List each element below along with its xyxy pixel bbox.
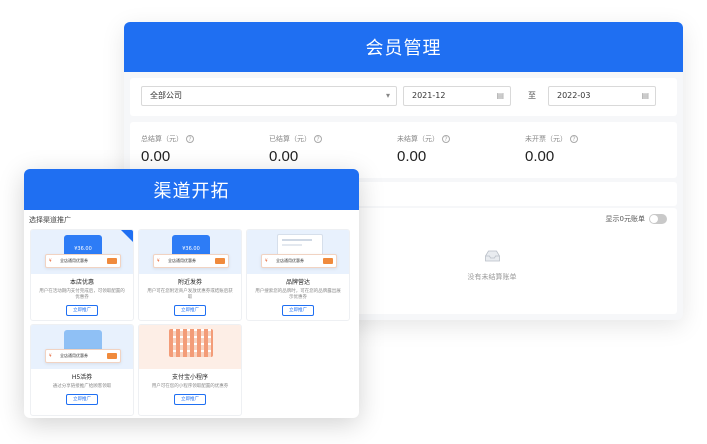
stat-value: 0.00 [397, 148, 427, 165]
coupon-illustration: ¥ 全店通用优惠券 [153, 254, 229, 268]
help-icon[interactable]: ? [442, 135, 450, 143]
coupon-text: 全店通用优惠券 [60, 353, 88, 358]
card-title: 品牌营达 [285, 279, 310, 286]
stat-value: 0.00 [525, 148, 555, 165]
channel-card-h5[interactable]: ¥ 全店通用优惠券 H5活券 通过分享链接推广给顾客领取 立即推广 [30, 324, 134, 416]
coupon-text: 全店通用优惠券 [276, 258, 304, 263]
channel-card-mini-program[interactable]: 支付宝小程序 用户可在您的小程序领取配置的优惠券 立即推广 [138, 324, 242, 416]
help-icon[interactable]: ? [570, 135, 578, 143]
channel-card-store[interactable]: ¥36.00 ¥ 全店通用优惠券 本店优惠 用户在活动期内支付完成后，可领取配置的… [30, 229, 134, 321]
card-title: 附近发券 [177, 279, 202, 286]
coupon-text: 全店通用优惠券 [60, 258, 88, 263]
stat-value: 0.00 [141, 148, 171, 165]
coupon-illustration: ¥ 全店通用优惠券 [45, 349, 121, 363]
promote-button[interactable]: 立即推广 [174, 305, 206, 316]
card-desc: 用户在活动期内支付完成后，可领取配置的优惠券 [39, 289, 125, 300]
stat-total: 总结算（元）? 0.00 [141, 134, 194, 165]
company-select-value: 全部公司 [150, 91, 182, 100]
date-to-picker[interactable]: 2022-03 ▤ [548, 86, 656, 106]
calendar-icon: ▤ [496, 91, 504, 100]
channel-subtitle: 选择渠道推广 [29, 216, 71, 224]
date-from-picker[interactable]: 2021-12 ▤ [403, 86, 511, 106]
card-illustration [139, 325, 241, 369]
company-select[interactable]: 全部公司 ▾ [141, 86, 397, 106]
card-illustration: ¥36.00 ¥ 全店通用优惠券 [139, 230, 241, 274]
card-title: 支付宝小程序 [171, 374, 208, 381]
promote-button[interactable]: 立即推广 [66, 305, 98, 316]
channel-panel-title: 渠道开拓 [24, 169, 359, 210]
channel-card-nearby[interactable]: ¥36.00 ¥ 全店通用优惠券 附近发券 用户可在您附近商户发放优惠券或结账后获… [138, 229, 242, 321]
promote-button[interactable]: 立即推广 [282, 305, 314, 316]
card-desc: 用户可在您的小程序领取配置的优惠券 [151, 384, 229, 389]
empty-state: 没有未结算账单 [468, 250, 517, 282]
card-desc: 用户可在您附近商户发放优惠券或结账后获取 [147, 289, 233, 300]
stat-label: 未开票（元） [525, 135, 567, 143]
card-desc: 通过分享链接推广给顾客领取 [52, 384, 112, 389]
help-icon[interactable]: ? [186, 135, 194, 143]
zero-bill-toggle-row: 显示0元账单 [606, 214, 667, 224]
coupon-illustration: ¥ 全店通用优惠券 [261, 254, 337, 268]
zero-bill-toggle[interactable] [649, 214, 667, 224]
date-range-separator: 至 [528, 91, 536, 100]
card-title: H5活券 [71, 374, 93, 381]
card-illustration: ¥ 全店通用优惠券 [31, 325, 133, 369]
coupon-amount: ¥36.00 [74, 246, 92, 252]
coupon-text: 全店通用优惠券 [168, 258, 196, 263]
stat-unsettled: 未结算（元）? 0.00 [397, 134, 450, 165]
date-to-value: 2022-03 [557, 91, 591, 100]
promote-button[interactable]: 立即推广 [174, 394, 206, 405]
calendar-icon: ▤ [641, 91, 649, 100]
stat-settled: 已结算（元）? 0.00 [269, 134, 322, 165]
card-title: 本店优惠 [69, 279, 94, 286]
zero-bill-toggle-label: 显示0元账单 [605, 215, 645, 223]
promote-button[interactable]: 立即推广 [66, 394, 98, 405]
stat-uninvoiced: 未开票（元）? 0.00 [525, 134, 578, 165]
mini-program-illustration [169, 329, 213, 357]
help-icon[interactable]: ? [314, 135, 322, 143]
chevron-down-icon: ▾ [385, 91, 390, 100]
card-desc: 用户搜索您的品牌时，可在您的品牌露出展示优惠券 [255, 289, 341, 300]
channel-expansion-panel: 渠道开拓 选择渠道推广 ¥36.00 ¥ 全店通用优惠券 本店优惠 用户在活动期内… [24, 169, 359, 418]
channel-card-brand[interactable]: ¥ 全店通用优惠券 品牌营达 用户搜索您的品牌时，可在您的品牌露出展示优惠券 立即… [246, 229, 350, 321]
selected-corner-badge [121, 230, 133, 242]
empty-state-text: 没有未结算账单 [467, 273, 517, 281]
stat-label: 总结算（元） [141, 135, 183, 143]
coupon-illustration: ¥ 全店通用优惠券 [45, 254, 121, 268]
card-illustration: ¥36.00 ¥ 全店通用优惠券 [31, 230, 133, 274]
stat-value: 0.00 [269, 148, 299, 165]
filter-bar: 全部公司 ▾ 2021-12 ▤ 至 2022-03 ▤ [130, 78, 677, 116]
stat-label: 未结算（元） [397, 135, 439, 143]
card-illustration: ¥ 全店通用优惠券 [247, 230, 349, 274]
stat-label: 已结算（元） [269, 135, 311, 143]
date-from-value: 2021-12 [412, 91, 446, 100]
coupon-amount: ¥36.00 [182, 246, 200, 252]
inbox-icon [484, 250, 500, 262]
member-panel-title: 会员管理 [124, 22, 683, 72]
